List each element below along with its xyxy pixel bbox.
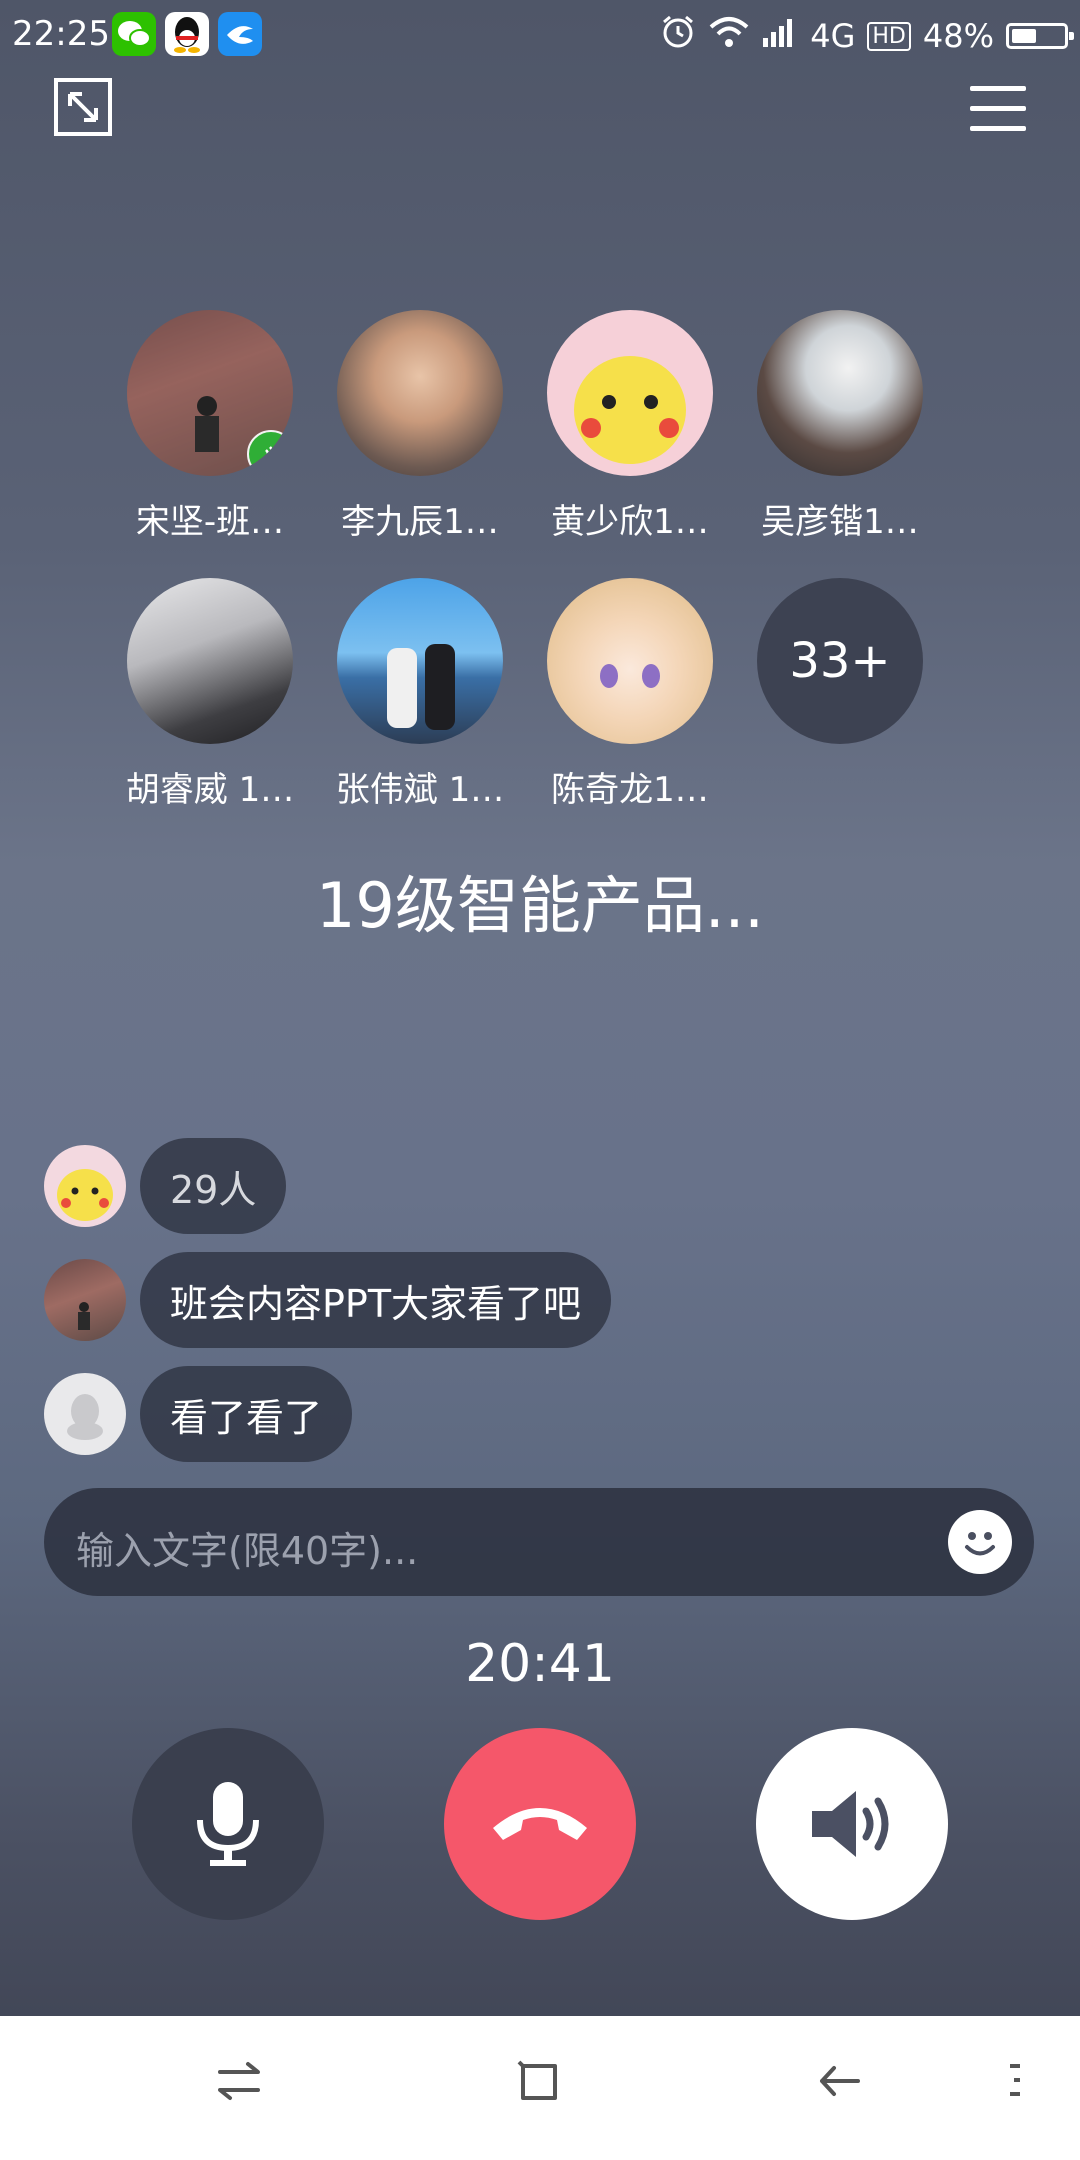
participant-5[interactable]: 胡睿威 1… bbox=[105, 578, 315, 811]
participant-1[interactable]: 宋坚-班… bbox=[105, 310, 315, 543]
participant-name: 胡睿威 1… bbox=[125, 770, 295, 810]
avatar bbox=[547, 578, 713, 744]
participant-name: 陈奇龙1… bbox=[551, 770, 709, 810]
message-bubble: 看了看了 bbox=[140, 1366, 353, 1462]
minimize-icon[interactable] bbox=[54, 78, 112, 136]
participant-name: 黄少欣1… bbox=[551, 502, 709, 542]
switch-icon[interactable] bbox=[214, 2056, 264, 2110]
emoji-icon[interactable] bbox=[948, 1510, 1012, 1574]
chat-message: 看了看了 bbox=[44, 1366, 353, 1462]
microphone-icon bbox=[197, 1782, 259, 1866]
qq-icon bbox=[165, 12, 209, 56]
participant-7[interactable]: 陈奇龙1… bbox=[525, 578, 735, 811]
avatar bbox=[337, 578, 503, 744]
avatar bbox=[127, 310, 293, 476]
signal-icon bbox=[762, 16, 798, 56]
message-bubble: 班会内容PPT大家看了吧 bbox=[140, 1252, 612, 1348]
message-bubble: 29人 bbox=[140, 1138, 287, 1234]
wifi-icon bbox=[708, 15, 750, 57]
avatar bbox=[547, 310, 713, 476]
chat-message: 班会内容PPT大家看了吧 bbox=[44, 1252, 612, 1348]
participant-6[interactable]: 张伟斌 1… bbox=[315, 578, 525, 811]
home-icon[interactable] bbox=[515, 2056, 565, 2110]
avatar bbox=[337, 310, 503, 476]
network-type: 4G bbox=[810, 17, 856, 55]
input-placeholder: 输入文字(限40字)... bbox=[76, 1529, 419, 1573]
chat-message: 29人 bbox=[44, 1138, 287, 1234]
avatar bbox=[44, 1373, 126, 1455]
microphone-button[interactable] bbox=[132, 1728, 324, 1920]
more-participants-button[interactable]: 33+ bbox=[735, 578, 945, 744]
participant-name: 张伟斌 1… bbox=[335, 770, 505, 810]
participant-3[interactable]: 黄少欣1… bbox=[525, 310, 735, 543]
avatar bbox=[127, 578, 293, 744]
hang-up-icon bbox=[493, 1808, 587, 1840]
hd-badge: HD bbox=[867, 21, 911, 51]
participant-name: 宋坚-班… bbox=[135, 502, 285, 542]
navigation-bar bbox=[0, 2016, 1080, 2160]
status-bar: 22:25 4G HD 48% bbox=[0, 0, 1080, 72]
avatar bbox=[757, 310, 923, 476]
more-options-icon[interactable] bbox=[1006, 2056, 1026, 2110]
speaker-button[interactable] bbox=[756, 1728, 948, 1920]
tim-icon bbox=[218, 12, 262, 56]
avatar bbox=[44, 1259, 126, 1341]
battery-percent: 48% bbox=[922, 17, 994, 55]
message-input[interactable]: 输入文字(限40字)... bbox=[44, 1488, 1034, 1596]
status-time: 22:25 bbox=[12, 14, 110, 54]
back-icon[interactable] bbox=[814, 2056, 864, 2110]
call-timer: 20:41 bbox=[465, 1634, 615, 1694]
alarm-icon bbox=[660, 14, 696, 58]
participant-4[interactable]: 吴彦锴1… bbox=[735, 310, 945, 543]
participant-2[interactable]: 李九辰1… bbox=[315, 310, 525, 543]
avatar bbox=[44, 1145, 126, 1227]
hang-up-button[interactable] bbox=[444, 1728, 636, 1920]
participant-name: 吴彦锴1… bbox=[761, 502, 919, 542]
battery-icon bbox=[1006, 23, 1074, 49]
participant-name: 李九辰1… bbox=[341, 502, 499, 542]
speaker-icon bbox=[812, 1791, 889, 1857]
menu-icon[interactable] bbox=[970, 86, 1026, 136]
wechat-icon bbox=[112, 12, 156, 56]
group-title: 19级智能产品... bbox=[315, 869, 765, 942]
more-count: 33+ bbox=[757, 578, 923, 744]
speaking-icon bbox=[247, 430, 293, 476]
